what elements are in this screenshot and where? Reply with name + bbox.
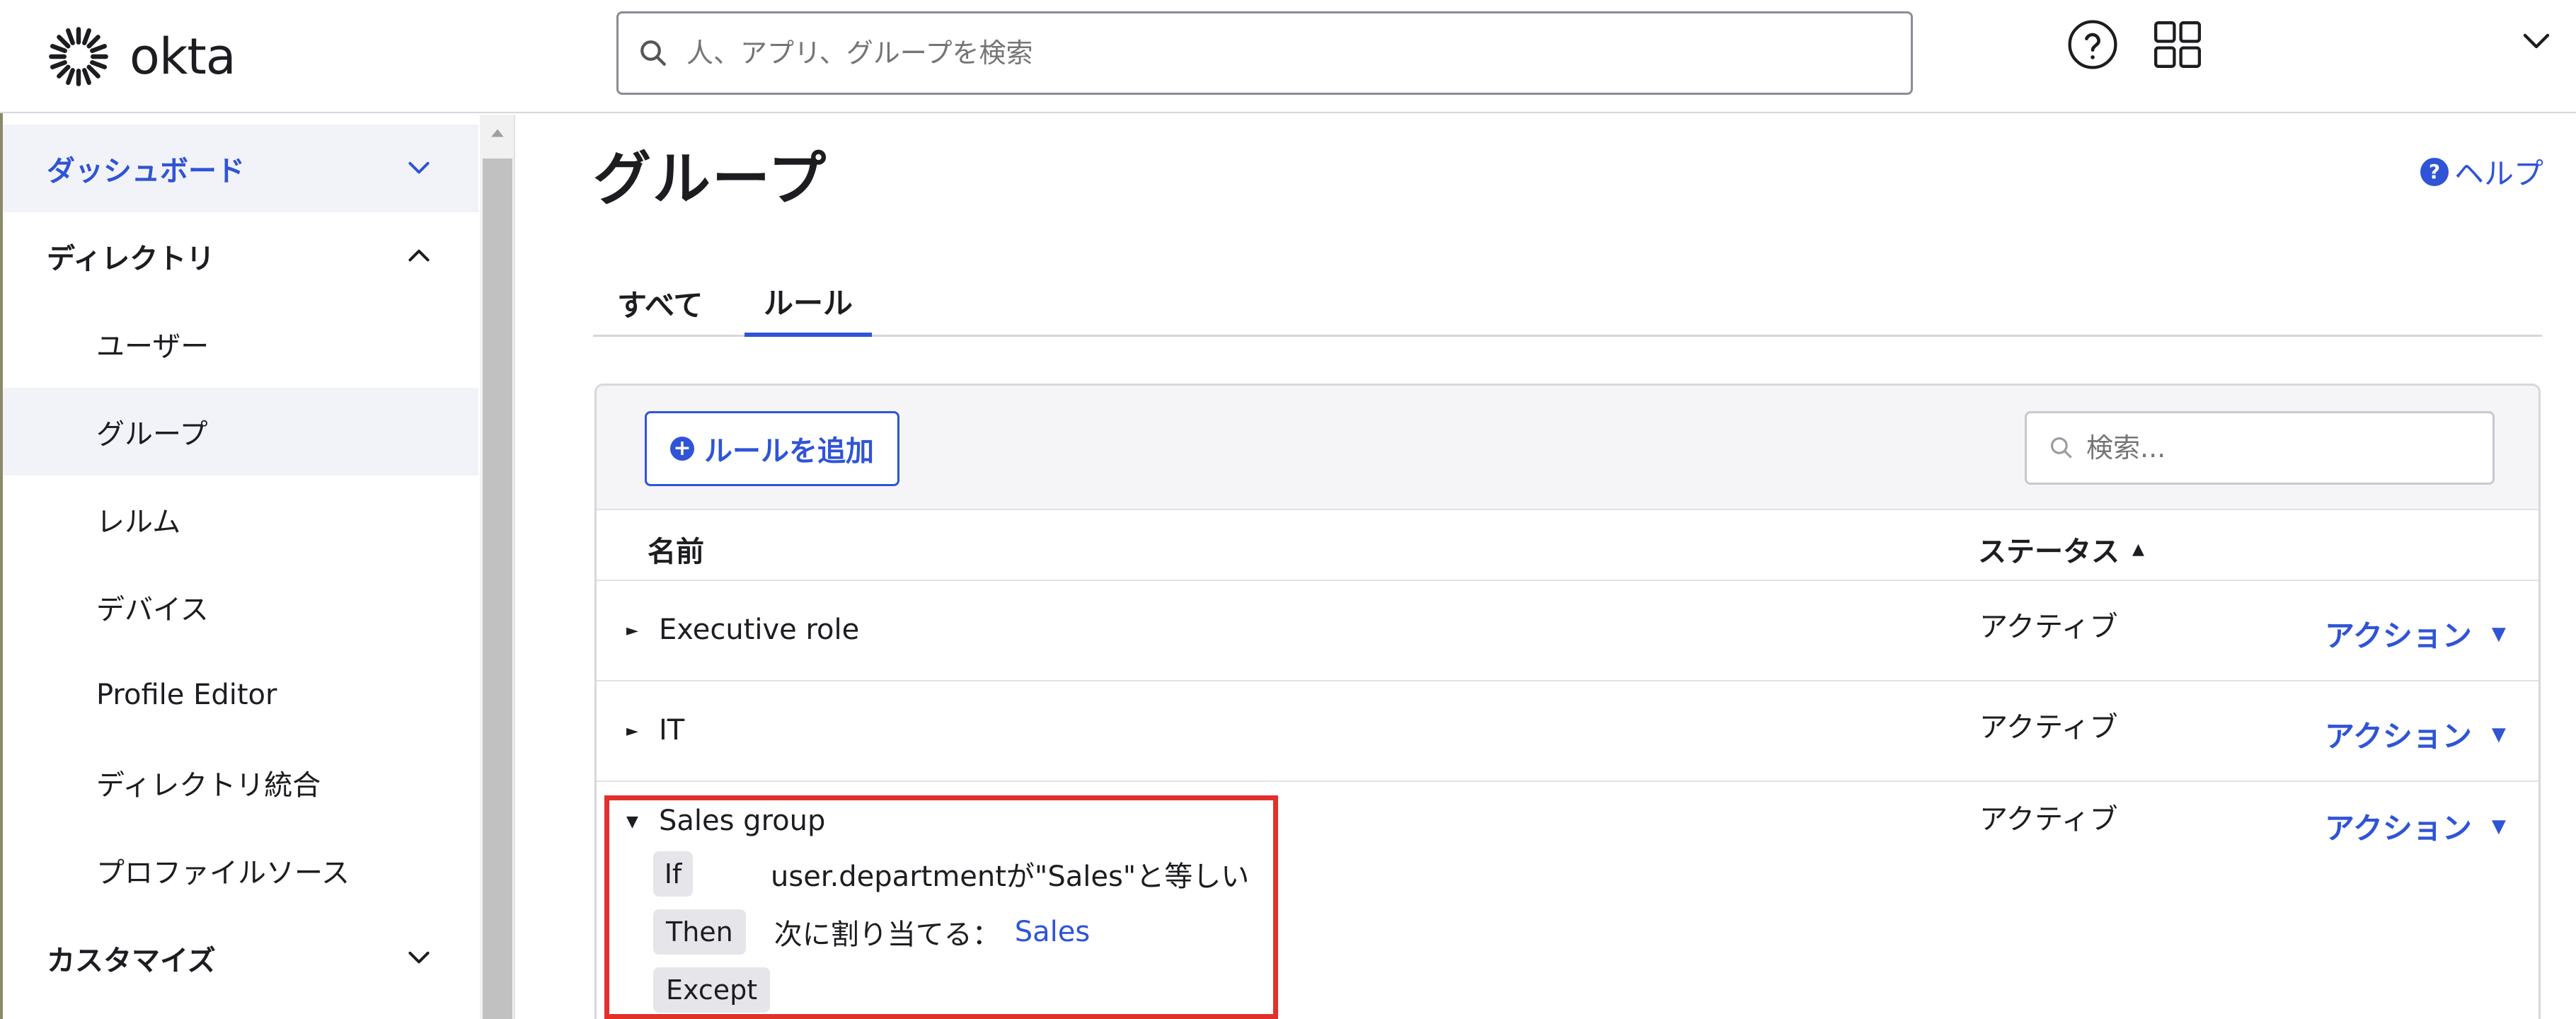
sidebar-item-profile-editor[interactable]: Profile Editor (3, 651, 478, 739)
scrollbar-thumb[interactable] (483, 159, 512, 1019)
table-row[interactable]: ► IT アクティブ アクション ▼ (597, 681, 2538, 782)
caret-down-icon: ▼ (2491, 815, 2506, 837)
actions-label: アクション (2325, 719, 2472, 754)
actions-dropdown[interactable]: アクション ▼ (2325, 805, 2506, 848)
actions-dropdown[interactable]: アクション ▼ (2325, 713, 2506, 756)
add-rule-button[interactable]: + ルールを追加 (645, 411, 899, 486)
sidebar-item-dashboard[interactable]: ダッシュボード (3, 125, 478, 212)
global-search[interactable] (616, 11, 1913, 95)
sidebar-item-label: グループ (96, 418, 208, 451)
sidebar-item-groups[interactable]: グループ (3, 388, 478, 476)
okta-logo[interactable]: okta (46, 24, 236, 89)
help-question-icon: ? (2420, 157, 2449, 186)
sidebar-item-label: Profile Editor (96, 679, 277, 711)
rule-status: アクティブ (1979, 803, 2118, 836)
caret-down-icon: ▼ (2491, 723, 2506, 745)
actions-label: アクション (2325, 811, 2472, 846)
help-link[interactable]: ? ヘルプ (2420, 150, 2543, 193)
tab-rules[interactable]: ルール (744, 269, 872, 337)
sidebar-nav: ダッシュボード ディレクトリ ユーザー グループ レルム デバイス Profil… (3, 115, 478, 1019)
global-search-input[interactable] (686, 38, 1890, 69)
actions-dropdown[interactable]: アクション ▼ (2325, 612, 2506, 655)
sidebar-item-directory-integrations[interactable]: ディレクトリ統合 (3, 739, 478, 827)
chevron-down-icon[interactable] (2519, 27, 2553, 55)
sort-ascending-icon: ▲ (2132, 540, 2144, 558)
help-icon[interactable] (2066, 18, 2119, 71)
sidebar-item-label: ディレクトリ統合 (96, 769, 321, 802)
add-rule-label: ルールを追加 (704, 435, 874, 468)
rule-status: アクティブ (1979, 611, 2118, 643)
help-link-label: ヘルプ (2454, 156, 2544, 191)
chevron-down-icon (408, 161, 430, 174)
sidebar-item-realms[interactable]: レルム (3, 476, 478, 563)
sidebar-item-customize[interactable]: カスタマイズ (3, 914, 478, 1002)
rule-search-input[interactable] (2086, 432, 2483, 464)
okta-admin-app: okta ダッシュボード (0, 0, 2576, 1019)
sidebar-item-label: プロファイルソース (96, 857, 350, 890)
actions-label: アクション (2325, 618, 2472, 653)
sidebar-item-label: ディレクトリ (47, 243, 215, 275)
column-header-name[interactable]: 名前 (648, 529, 704, 570)
page-title: グループ (593, 146, 828, 213)
sidebar-item-label: デバイス (96, 594, 209, 626)
column-header-status-label: ステータス (1978, 536, 2120, 568)
sidebar-item-label: ダッシュボード (47, 155, 245, 188)
caret-down-icon: ▼ (2491, 623, 2506, 645)
tab-all[interactable]: すべて (617, 269, 703, 337)
highlight-box (604, 795, 1278, 1019)
table-header: 名前 ステータス ▲ (597, 509, 2538, 581)
rule-search[interactable] (2025, 411, 2495, 485)
scroll-up-arrow-icon[interactable] (490, 127, 505, 139)
plus-circle-icon: + (670, 437, 694, 461)
sidebar-item-label: レルム (96, 506, 181, 539)
top-header: okta (0, 0, 2576, 113)
search-icon (2050, 437, 2072, 459)
logo-text: okta (130, 28, 236, 86)
group-tabs: すべて ルール (593, 255, 2542, 337)
sidebar-item-label: カスタマイズ (47, 945, 216, 977)
sidebar-item-devices[interactable]: デバイス (3, 563, 478, 651)
rule-name: Executive role (659, 614, 860, 646)
column-header-status[interactable]: ステータス ▲ (1978, 529, 2144, 570)
rule-status: アクティブ (1979, 711, 2118, 744)
okta-sunburst-icon (49, 27, 108, 86)
apps-grid-icon[interactable] (2151, 18, 2204, 71)
chevron-down-icon (408, 951, 430, 964)
sidebar-item-users[interactable]: ユーザー (3, 300, 478, 388)
rule-name: IT (659, 714, 685, 747)
chevron-up-icon (408, 249, 430, 262)
sidebar-scrollbar[interactable] (480, 115, 515, 1019)
sidebar-item-directory[interactable]: ディレクトリ (3, 212, 478, 300)
sidebar-item-profile-sources[interactable]: プロファイルソース (3, 827, 478, 914)
expand-triangle-icon[interactable]: ► (626, 722, 638, 740)
expand-triangle-icon[interactable]: ► (626, 622, 638, 640)
sidebar-item-label: ユーザー (96, 330, 209, 363)
search-icon (640, 40, 666, 66)
table-row[interactable]: ► Executive role アクティブ アクション ▼ (597, 581, 2538, 681)
